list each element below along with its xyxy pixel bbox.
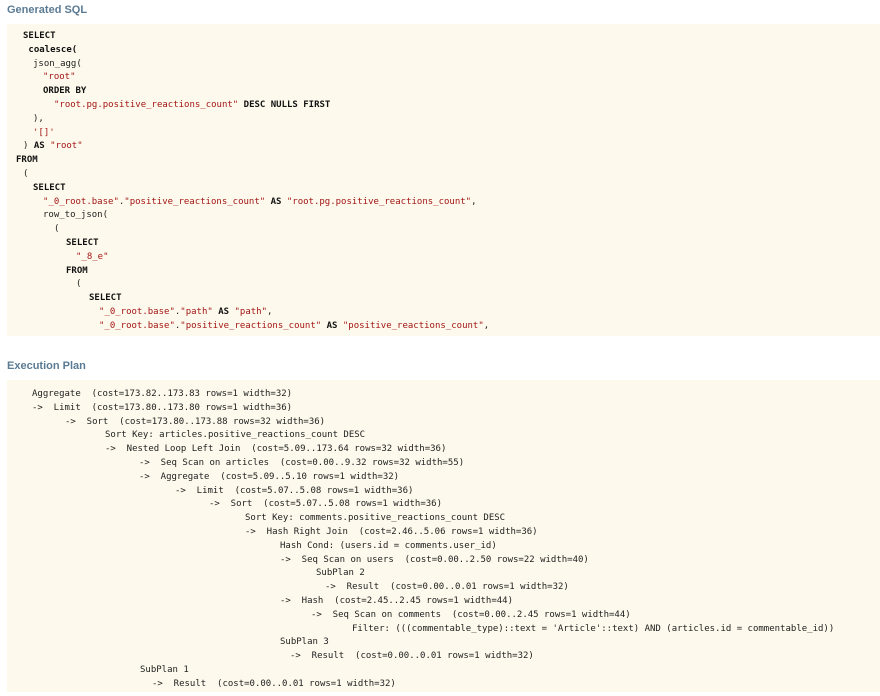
sql-keyword: AS	[212, 307, 235, 317]
sql-line: json_agg(	[33, 58, 82, 72]
sql-text: row_to_json(	[43, 210, 109, 221]
sql-keyword: FROM	[16, 155, 38, 166]
sql-line: "_8_e"	[76, 251, 109, 265]
sql-string: "root"	[43, 72, 76, 83]
sql-text: ),	[33, 113, 44, 124]
plan-line: Filter: (((commentable_type)::text = 'Ar…	[352, 623, 835, 634]
sql-line: SELECT	[33, 182, 66, 196]
sql-keyword: AS	[321, 320, 343, 331]
sql-text: (	[76, 279, 82, 290]
sql-string: "_8_e"	[76, 251, 109, 262]
sql-string: "path"	[234, 307, 267, 317]
plan-line: -> Hash Right Join (cost=2.46..5.06 rows…	[245, 527, 538, 537]
sql-text: (	[23, 169, 29, 179]
plan-section-title: Execution Plan	[7, 360, 86, 372]
sql-line: "_0_root.base"."positive_reactions_count…	[43, 196, 477, 210]
sql-string: "_0_root.base"	[43, 196, 119, 207]
plan-line: -> Result (cost=0.00..0.01 rows=1 width=…	[152, 678, 396, 689]
sql-line: ORDER BY	[43, 85, 86, 99]
sql-line: FROM	[16, 154, 38, 168]
sql-keyword: DESC NULLS FIRST	[238, 100, 331, 110]
sql-string: "positive_reactions_count"	[342, 320, 484, 331]
sql-keyword: AS	[33, 141, 45, 152]
sql-keyword: FROM	[66, 265, 88, 276]
sql-string: "root"	[44, 141, 83, 152]
plan-line: -> Result (cost=0.00..0.01 rows=1 width=…	[325, 582, 569, 593]
plan-line: -> Limit (cost=173.80..173.80 rows=1 wid…	[32, 402, 293, 413]
sql-string: "positive_reactions_count"	[124, 196, 266, 207]
sql-section-title: Generated SQL	[7, 4, 88, 16]
plan-line: Aggregate (cost=173.82..173.83 rows=1 wi…	[32, 389, 293, 399]
sql-line: '[]'	[33, 127, 55, 141]
plan-line: -> Hash (cost=2.45..2.45 rows=1 width=44…	[280, 596, 513, 606]
sql-line: "root.pg.positive_reactions_count" DESC …	[54, 99, 330, 113]
sql-keyword: SELECT	[89, 293, 122, 304]
sql-line: "_0_root.base"."positive_reactions_count…	[99, 320, 489, 334]
plan-line: SubPlan 2	[316, 568, 365, 579]
plan-line: -> Sort (cost=5.07..5.08 rows=1 width=36…	[209, 499, 442, 510]
sql-string: "_0_root.base"	[99, 307, 175, 317]
sql-line: SELECT	[66, 237, 99, 251]
sql-string: "root.pg.positive_reactions_count"	[54, 100, 239, 110]
sql-keyword: ORDER BY	[43, 86, 87, 97]
sql-line: SELECT	[89, 292, 122, 306]
sql-line: "root"	[43, 71, 76, 85]
sql-code-block: SELECT coalesce( json_agg( "root" ORDER BY "…	[7, 24, 880, 336]
plan-line: -> Limit (cost=5.07..5.08 rows=1 width=3…	[175, 485, 414, 496]
plan-line: Hash Cond: (users.id = comments.user_id)	[280, 540, 497, 551]
sql-string: '[]'	[33, 127, 55, 138]
sql-line: coalesce(	[23, 44, 77, 58]
sql-line: "_0_root.base"."path" AS "path",	[99, 306, 272, 320]
plan-line: Sort Key: articles.positive_reactions_co…	[105, 430, 366, 441]
sql-keyword: coalesce(	[23, 44, 78, 55]
plan-line: -> Seq Scan on comments (cost=0.00..2.45…	[311, 609, 631, 620]
sql-string: "_0_root.base"	[99, 320, 175, 331]
sql-text: )	[23, 141, 34, 152]
plan-code-block: Aggregate (cost=173.82..173.83 rows=1 wi…	[7, 380, 880, 692]
plan-line: -> Sort (cost=173.80..173.88 rows=32 wid…	[65, 416, 326, 427]
sql-line: ) AS "root"	[23, 140, 83, 154]
sql-line: (	[23, 168, 28, 182]
sql-line: ),	[33, 113, 44, 127]
sql-line: (	[54, 223, 59, 237]
sql-line: (	[76, 278, 81, 292]
plan-line: -> Seq Scan on users (cost=0.00..2.50 ro…	[280, 554, 589, 565]
sql-keyword: SELECT	[33, 182, 66, 193]
sql-string: "positive_reactions_count"	[180, 320, 322, 331]
sql-line: row_to_json(	[43, 209, 108, 223]
plan-line: -> Aggregate (cost=5.09..5.10 rows=1 wid…	[139, 471, 400, 482]
plan-line: SubPlan 1	[140, 665, 189, 675]
sql-keyword: SELECT	[66, 238, 99, 248]
sql-keyword: SELECT	[23, 31, 56, 41]
sql-text: ,	[267, 307, 273, 317]
plan-line: -> Result (cost=0.00..0.01 rows=1 width=…	[290, 651, 534, 662]
sql-text: ,	[483, 320, 490, 331]
sql-text: json_agg(	[33, 58, 82, 69]
sql-line: FROM	[66, 265, 88, 279]
plan-line: -> Nested Loop Left Join (cost=5.09..173…	[105, 444, 447, 455]
plan-line: -> Seq Scan on articles (cost=0.00..9.32…	[139, 458, 465, 468]
sql-text: ,	[471, 196, 477, 207]
sql-string: "root.pg.positive_reactions_count"	[286, 196, 472, 207]
plan-line: SubPlan 3	[280, 637, 329, 648]
sql-line: SELECT	[23, 30, 56, 44]
sql-string: "path"	[180, 307, 213, 317]
sql-text: (	[54, 224, 60, 235]
plan-line: Sort Key: comments.positive_reactions_co…	[245, 513, 506, 524]
sql-keyword: AS	[265, 196, 287, 207]
